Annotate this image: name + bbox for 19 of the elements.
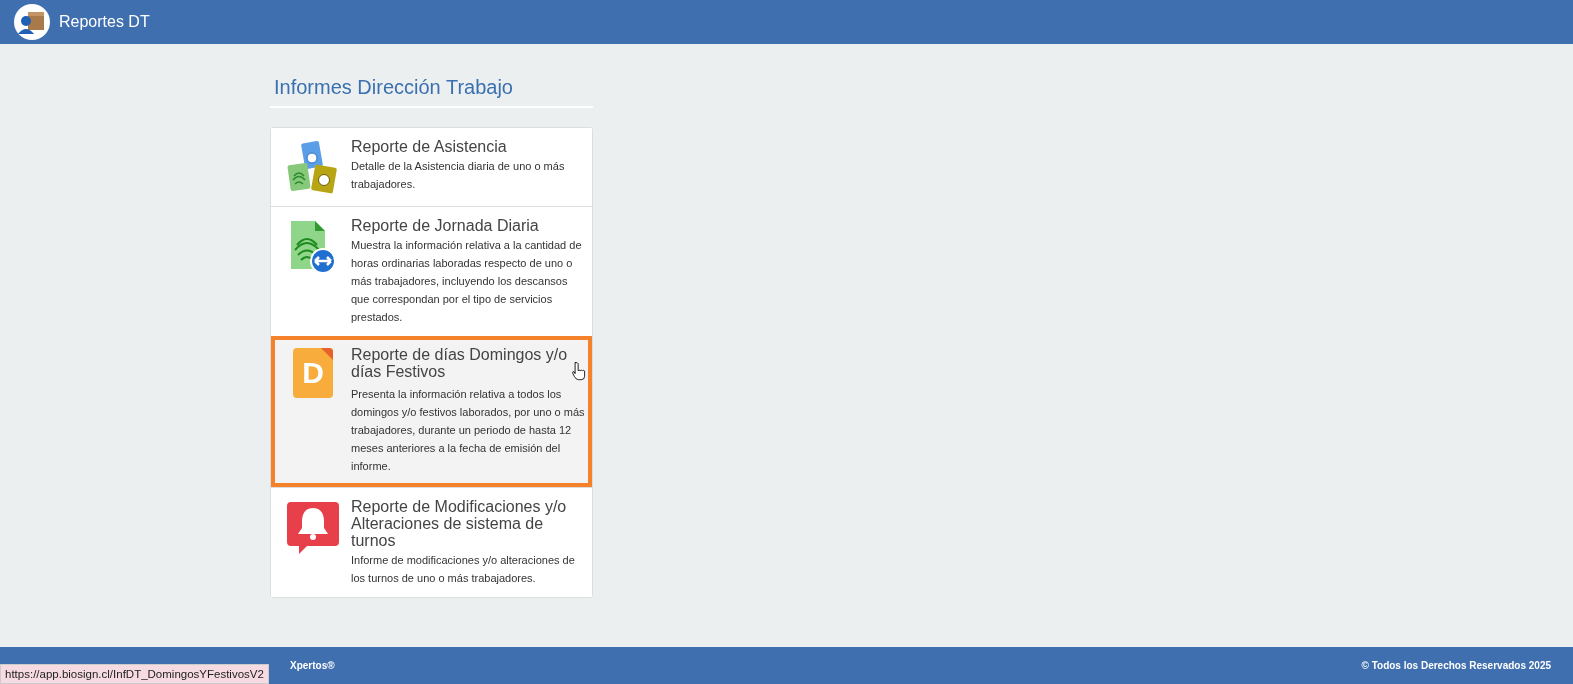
copyright-text: © Todos los Derechos Reservados 2025 [1361,660,1551,671]
report-title: Reporte de Jornada Diaria [351,217,539,234]
person-box-logo-icon [14,4,50,40]
report-item[interactable] [271,336,592,487]
report-title: Reporte de Modificaciones y/o Alteraciones de sistema de turnos [351,498,568,549]
app-title: Reportes DT [59,13,150,31]
letter-document-icon: D [293,348,333,398]
footer-credits: Xpertos® [290,660,335,671]
report-item[interactable]: Reporte de Modificaciones y/o Alteraciones de sistema de turnos Informe de modificaciones y/o alteraciones de los turnos de uno o más trabajadores. [271,487,592,597]
report-description: Presenta la información relativa a todos los domingos y/o festivos laborados, por uno o más trabajadores, durante un periodo de hasta 12 meses anteriores a la fecha de emisión del informe. [351,387,586,474]
report-description: Informe de modificaciones y/o alteraciones de los turnos de uno o más trabajadores. [351,553,576,586]
page-title: Informes Dirección Trabajo [270,76,593,108]
report-title: Reporte de días Domingos y/o días Festivos [351,346,569,380]
pointer-cursor-icon [572,362,586,381]
report-description: Muestra la información relativa a la cantidad de horas ordinarias laboradas respecto de uno o más trabajadores, incluyendo los descansos que correspondan por el tipo de servicios prestados. [351,238,582,325]
bell-icon [285,500,341,556]
status-url-tooltip: https://app.biosign.cl/InfDT_DomingosYFestivosV2 [0,664,269,684]
report-title: Reporte de Asistencia [351,138,507,155]
report-description: Detalle de la Asistencia diaria de uno o más trabajadores. [351,159,566,192]
